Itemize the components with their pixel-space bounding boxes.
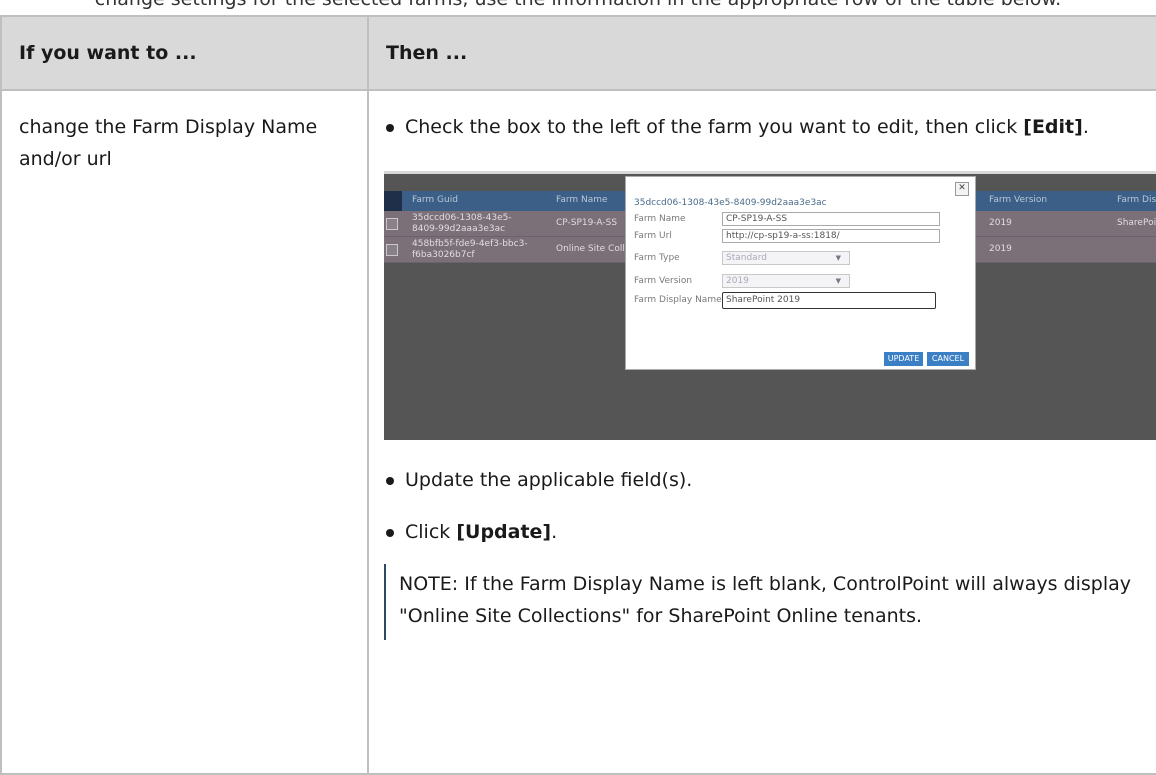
table-row: change the Farm Display Name and/or url … — [0, 89, 1156, 775]
farm-version-value: 2019 — [726, 276, 749, 286]
edit-farm-dialog: ✕ 35dccd06-1308-43e5-8409-99d2aaa3e3ac F… — [625, 176, 976, 370]
farm-name-input[interactable]: CP-SP19-A-SS — [722, 212, 940, 226]
note-callout: NOTE: If the Farm Display Name is left b… — [384, 564, 1156, 640]
dialog-farm-guid: 35dccd06-1308-43e5-8409-99d2aaa3e3ac — [634, 198, 827, 208]
farm-version-label: Farm Version — [634, 276, 693, 286]
condition-text: change the Farm Display Name and/or url — [19, 116, 318, 170]
farm-display-name-input[interactable]: SharePoint 2019 — [722, 292, 936, 309]
row-name: CP-SP19-A-SS — [556, 218, 618, 228]
cancel-button[interactable]: CANCEL — [927, 352, 969, 366]
grid-header-guid: Farm Guid — [412, 195, 458, 205]
header-condition: If you want to ... — [0, 15, 369, 91]
row-guid: 35dccd06-1308-43e5-8409-99d2aaa3e3ac — [412, 213, 512, 234]
edit-farm-screenshot: ✓ Farm Guid Farm Name Farm Version Farm … — [384, 171, 1156, 440]
chevron-down-icon: ▼ — [835, 277, 841, 285]
condition-cell: change the Farm Display Name and/or url — [0, 89, 369, 775]
step-click-update-end: . — [551, 521, 558, 543]
farm-type-select: Standard ▼ — [722, 251, 850, 265]
grid-header-display: Farm Display — [1117, 195, 1156, 205]
grid-header-name: Farm Name — [556, 195, 608, 205]
step-click-update-text: Click — [405, 521, 457, 543]
step-edit-end: . — [1082, 116, 1089, 138]
step-click-update: Click [Update]. — [369, 516, 1156, 548]
action-cell: Check the box to the left of the farm yo… — [367, 89, 1156, 775]
chevron-down-icon: ▼ — [835, 254, 841, 262]
cutoff-intro-text: change settings for the selected farms, … — [0, 0, 1156, 10]
row-version: 2019 — [989, 218, 1012, 228]
grid-header-version: Farm Version — [989, 195, 1048, 205]
row-checkbox[interactable] — [386, 218, 398, 230]
step-update-fields: Update the applicable field(s). — [369, 464, 1156, 496]
edit-ref: [Edit] — [1023, 116, 1083, 138]
update-button[interactable]: UPDATE — [884, 352, 923, 366]
row-version: 2019 — [989, 244, 1012, 254]
row-display: SharePoint 2 — [1117, 218, 1156, 228]
update-ref: [Update] — [456, 521, 552, 543]
farm-url-label: Farm Url — [634, 231, 672, 241]
farm-name-label: Farm Name — [634, 214, 686, 224]
close-icon[interactable]: ✕ — [955, 182, 969, 196]
header-action: Then ... — [367, 15, 1156, 91]
table-header-row: If you want to ... Then ... — [0, 15, 1156, 91]
screenshot-top-strip — [384, 171, 1156, 174]
row-guid: 458bfb5f-fde9-4ef3-bbc3-f6ba3026b7cf — [412, 239, 528, 260]
options-table: If you want to ... Then ... change the F… — [0, 15, 1156, 775]
grid-header-select-col — [384, 191, 402, 211]
farm-type-value: Standard — [726, 253, 767, 263]
farm-url-input[interactable]: http://cp-sp19-a-ss:1818/ — [722, 229, 940, 243]
farm-display-name-label: Farm Display Name — [634, 295, 722, 305]
farm-type-label: Farm Type — [634, 253, 680, 263]
farm-version-select: 2019 ▼ — [722, 274, 850, 288]
row-checkbox[interactable] — [386, 244, 398, 256]
step-edit-text: Check the box to the left of the farm yo… — [405, 116, 1024, 138]
step-edit: Check the box to the left of the farm yo… — [369, 111, 1156, 143]
